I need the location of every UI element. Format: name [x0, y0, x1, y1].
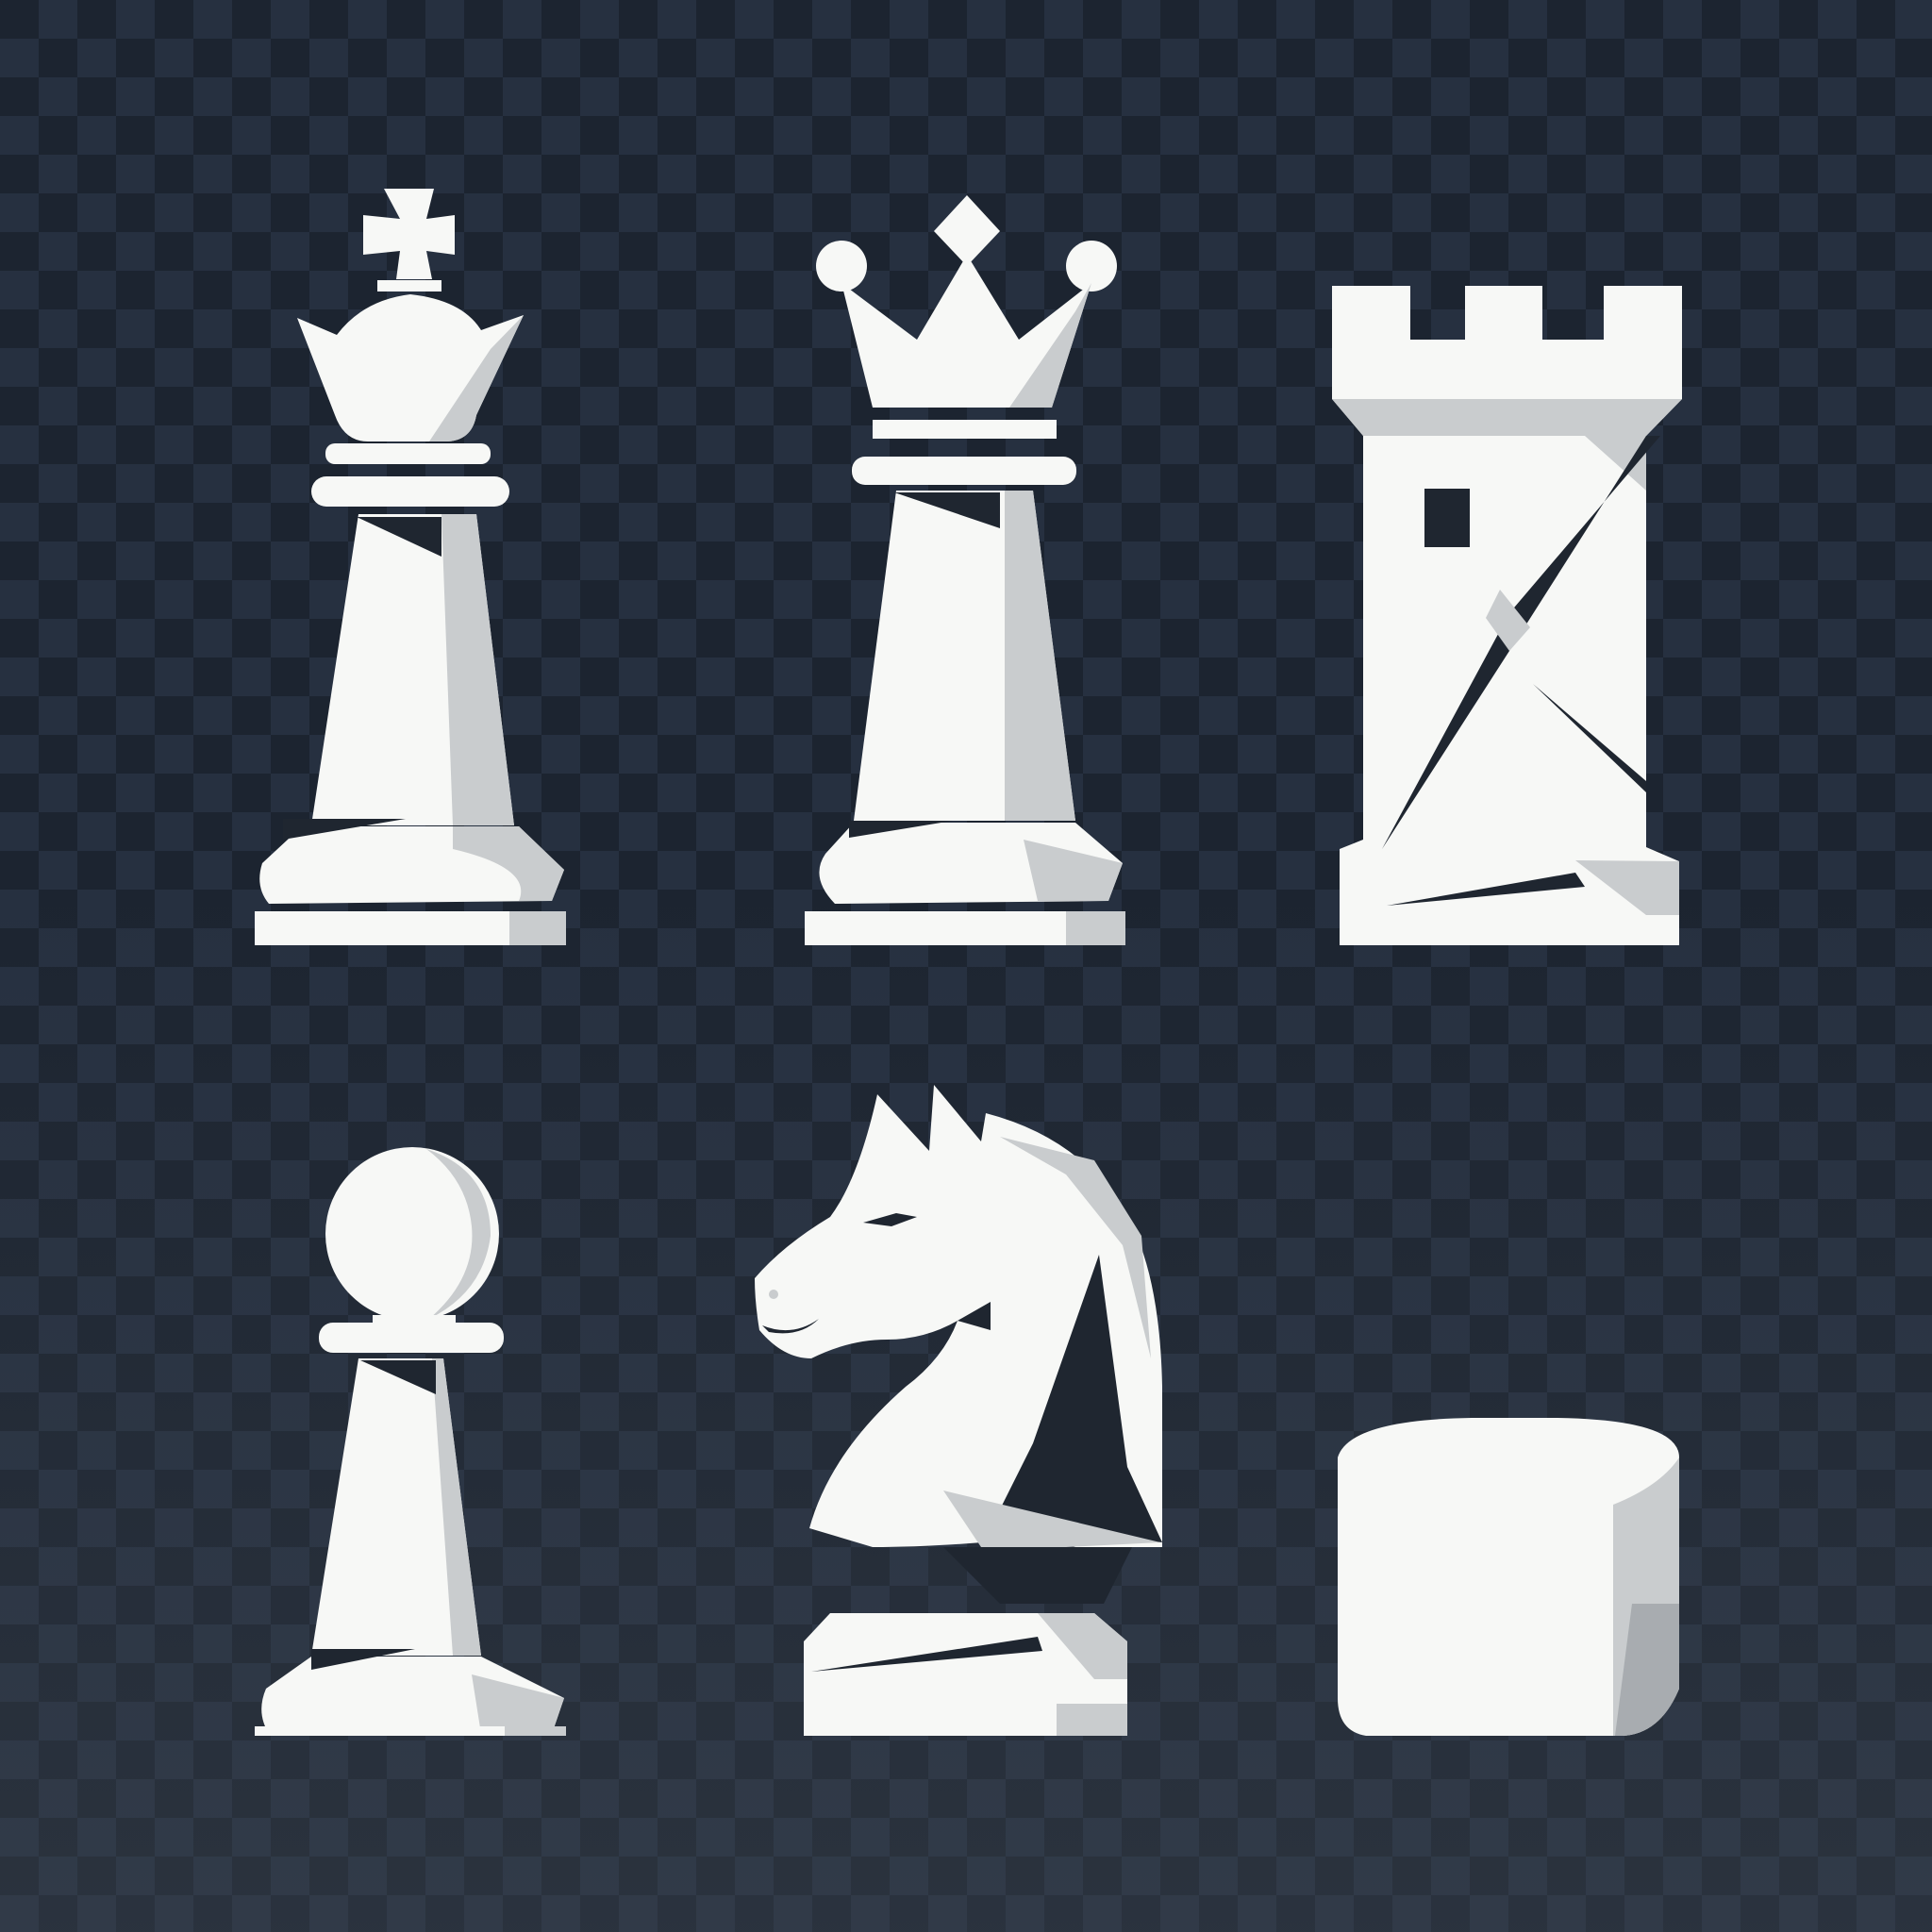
queen-piece-icon — [805, 195, 1125, 945]
pawn-piece-icon — [255, 1147, 566, 1736]
king-piece-icon — [255, 189, 566, 945]
knight-piece-icon — [755, 1085, 1162, 1736]
checkerboard-background — [0, 0, 1932, 1932]
rook-piece-icon — [1332, 286, 1682, 945]
blank-cylinder-piece-icon — [1338, 1418, 1679, 1736]
